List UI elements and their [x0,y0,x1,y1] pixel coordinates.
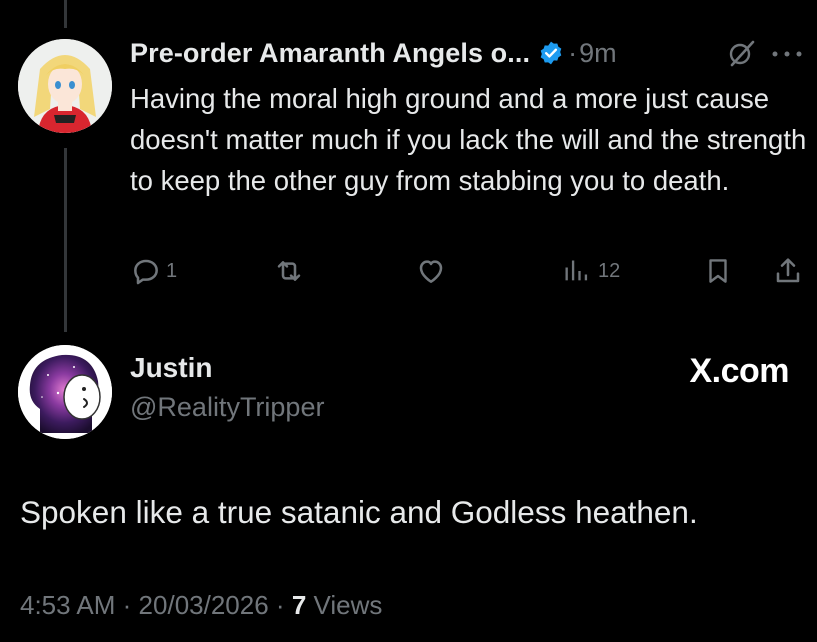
cosmic-head-avatar-image [18,345,112,439]
thread-line [64,0,67,28]
meta-separator: · [275,590,285,620]
reply-metadata: 4:53 AM · 20/03/2026 · 7 Views [20,590,382,621]
meta-separator: · [122,590,132,620]
parent-author-avatar[interactable] [18,39,112,133]
reply-tweet-text: Spoken like a true satanic and Godless h… [20,494,698,530]
parent-action-bar: 1 12 [0,255,817,291]
bookmark-button[interactable] [703,255,733,287]
reply-author-name[interactable]: Justin [130,352,212,384]
reply-date[interactable]: 20/03/2026 [139,590,269,620]
parent-author-name[interactable]: Pre-order Amaranth Angels o... [130,38,530,69]
share-button[interactable] [772,255,804,287]
x-logo-label: X.com [689,352,789,390]
views-button[interactable]: 12 [562,255,620,287]
reply-views-label: Views [313,590,383,620]
header-separator: · [568,37,578,68]
share-icon [776,258,800,283]
more-icon[interactable] [770,44,804,64]
like-button[interactable] [414,255,448,287]
reply-button[interactable]: 1 [130,255,177,287]
reply-author-handle[interactable]: @RealityTripper [130,392,324,423]
reply-time[interactable]: 4:53 AM [20,590,115,620]
thread-line [64,148,67,332]
views-icon [565,260,588,281]
like-icon [419,260,443,283]
parent-timestamp[interactable]: 9m [579,38,617,69]
grok-icon[interactable] [726,38,756,68]
parent-tweet-text: Having the moral high ground and a more … [130,83,807,196]
reply-count: 1 [166,259,178,282]
retweet-button[interactable] [272,255,306,287]
anime-avatar-image [18,39,112,133]
bookmark-icon [709,259,727,283]
views-count: 12 [598,259,621,282]
reply-author-avatar[interactable] [18,345,112,439]
retweet-icon [277,261,301,281]
reply-views-count[interactable]: 7 [292,590,306,620]
verified-badge-icon[interactable] [538,40,564,66]
reply-icon [134,259,158,285]
